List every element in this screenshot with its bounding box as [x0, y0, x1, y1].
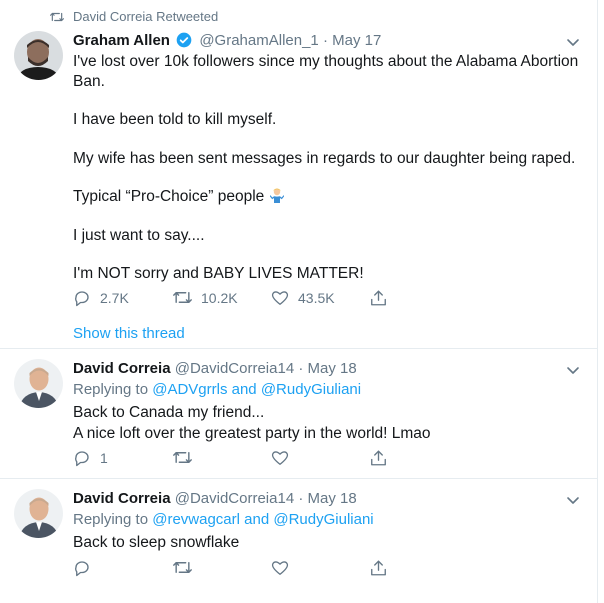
like-count: 43.5K	[298, 289, 335, 306]
tweet-line: A nice loft over the greatest party in t…	[73, 425, 431, 442]
replying-to: Replying to @ADVgrrls and @RudyGiuliani	[73, 381, 361, 399]
retweet-button[interactable]: 10.2K	[173, 289, 238, 306]
heart-icon	[271, 451, 289, 465]
display-name[interactable]: Graham Allen	[73, 32, 170, 49]
retweet-icon	[173, 292, 192, 303]
tweet-graham-allen[interactable]: David Correia Retweeted Graham Allen @Gr…	[0, 0, 598, 348]
tweet-actions: 1	[73, 449, 393, 469]
retweet-banner: David Correia Retweeted	[50, 9, 218, 24]
tweet-paragraph: My wife has been sent messages in regard…	[73, 149, 576, 167]
tweet-paragraph: I've lost over 10k followers since my th…	[73, 53, 579, 90]
tweet-date[interactable]: · May 18	[298, 490, 356, 507]
user-handle[interactable]: @GrahamAllen_1	[199, 32, 318, 49]
reply-icon	[75, 451, 89, 467]
like-button[interactable]	[271, 449, 289, 466]
reply-count: 2.7K	[100, 290, 129, 306]
reply-button[interactable]: 2.7K	[73, 289, 129, 307]
replying-to-label: Replying to	[73, 511, 149, 528]
chevron-down-icon[interactable]	[566, 35, 580, 49]
tweet-paragraph: Typical “Pro-Choice” people	[73, 188, 265, 205]
tweet-david-correia-reply-1[interactable]: David Correia @DavidCorreia14 · May 18 R…	[0, 349, 598, 478]
mention-link[interactable]: @RudyGiuliani	[273, 511, 373, 528]
tweet-paragraph-with-emoji: Typical “Pro-Choice” people	[73, 187, 583, 207]
reply-count: 1	[100, 450, 108, 466]
chevron-down-icon[interactable]	[566, 363, 580, 377]
reply-icon	[75, 291, 89, 307]
reply-icon	[75, 561, 89, 577]
mention-link[interactable]: @ADVgrrls	[152, 381, 227, 398]
share-icon	[371, 290, 386, 306]
display-name[interactable]: David Correia	[73, 360, 171, 377]
mention-link[interactable]: @revwagcarl	[152, 511, 240, 528]
share-icon	[371, 450, 386, 466]
heart-icon	[271, 291, 289, 305]
share-icon	[371, 560, 386, 576]
user-handle[interactable]: @DavidCorreia14	[175, 490, 294, 507]
verified-badge-icon	[176, 32, 192, 48]
tweet-paragraph: I'm NOT sorry and BABY LIVES MATTER!	[73, 265, 364, 282]
tweet-text: I've lost over 10k followers since my th…	[73, 52, 583, 303]
user-handle[interactable]: @DavidCorreia14	[175, 360, 294, 377]
replying-to-label: Replying to	[73, 381, 149, 398]
share-button[interactable]	[370, 289, 387, 307]
avatar[interactable]	[14, 31, 63, 80]
tweet-line: Back to Canada my friend...	[73, 404, 265, 421]
replying-to-and: and	[244, 511, 270, 528]
tweet-paragraph: I just want to say....	[73, 226, 205, 244]
tweet-text: Back to sleep snowflake	[73, 532, 583, 553]
show-thread-link[interactable]: Show this thread	[73, 325, 185, 342]
reply-button[interactable]	[73, 559, 91, 577]
timeline-feed: David Correia Retweeted Graham Allen @Gr…	[0, 0, 598, 603]
mention-link[interactable]: @RudyGiuliani	[261, 381, 361, 398]
tweet-text: Back to Canada my friend... A nice loft …	[73, 402, 583, 444]
reply-button[interactable]: 1	[73, 449, 108, 467]
avatar[interactable]	[14, 489, 63, 538]
heart-icon	[271, 561, 289, 575]
tweet-david-correia-reply-2[interactable]: David Correia @DavidCorreia14 · May 18 R…	[0, 479, 598, 603]
tweet-header: Graham Allen @GrahamAllen_1 · May 17	[73, 32, 381, 50]
like-button[interactable]: 43.5K	[271, 289, 335, 306]
retweet-icon	[50, 12, 64, 21]
tweet-actions: 2.7K 10.2K 43.5K	[73, 289, 393, 309]
tweet-date[interactable]: · May 17	[323, 32, 381, 49]
replying-to: Replying to @revwagcarl and @RudyGiulian…	[73, 511, 374, 529]
retweet-banner-text: David Correia Retweeted	[73, 9, 219, 24]
replying-to-and: and	[231, 381, 257, 398]
tweet-date[interactable]: · May 18	[298, 360, 356, 377]
tweet-header: David Correia @DavidCorreia14 · May 18	[73, 490, 357, 508]
display-name[interactable]: David Correia	[73, 490, 171, 507]
chevron-down-icon[interactable]	[566, 493, 580, 507]
retweet-icon	[173, 562, 192, 573]
person-shrugging-emoji	[269, 188, 284, 203]
retweet-button[interactable]	[173, 449, 192, 466]
tweet-paragraph: I have been told to kill myself.	[73, 111, 277, 128]
tweet-line: Back to sleep snowflake	[73, 534, 240, 551]
retweet-button[interactable]	[173, 559, 192, 576]
tweet-header: David Correia @DavidCorreia14 · May 18	[73, 360, 357, 378]
retweet-icon	[173, 452, 192, 463]
retweet-count: 10.2K	[201, 289, 238, 306]
share-button[interactable]	[370, 559, 387, 577]
share-button[interactable]	[370, 449, 387, 467]
tweet-actions	[73, 559, 393, 579]
avatar[interactable]	[14, 359, 63, 408]
like-button[interactable]	[271, 559, 289, 576]
